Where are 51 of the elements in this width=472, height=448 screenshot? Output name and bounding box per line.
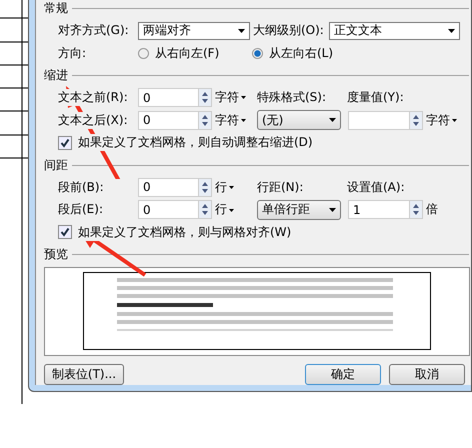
caret-icon bbox=[241, 119, 246, 122]
caret-icon bbox=[229, 208, 234, 212]
caret-icon bbox=[241, 96, 246, 100]
checkbox[interactable] bbox=[58, 136, 72, 150]
spin-field[interactable]: 0 bbox=[138, 200, 212, 220]
radio-label[interactable]: 从右向左(F) bbox=[155, 45, 220, 62]
special-format-dropdown[interactable]: (无) bbox=[257, 110, 341, 130]
spin-arrows-icon[interactable] bbox=[409, 201, 422, 218]
caret-icon bbox=[452, 119, 457, 122]
checkbox-label[interactable]: 如果定义了文档网格，则与网格对齐(W) bbox=[78, 224, 292, 241]
unit-label: 倍 bbox=[426, 201, 439, 218]
checkbox[interactable] bbox=[58, 225, 72, 240]
caret-icon bbox=[329, 118, 336, 122]
field-label: 行距(N): bbox=[257, 178, 304, 196]
cancel-button[interactable]: 取消 bbox=[389, 364, 465, 385]
spin-arrows-icon[interactable] bbox=[198, 178, 211, 196]
field-label: 大纲级别(O): bbox=[253, 22, 325, 40]
line-spacing-dropdown[interactable]: 单倍行距 bbox=[257, 200, 341, 220]
spin-field[interactable]: 0 bbox=[138, 178, 212, 197]
caret-icon bbox=[229, 186, 234, 189]
checkbox-label[interactable]: 如果定义了文档网格，则自动调整右缩进(D) bbox=[78, 134, 313, 152]
radio-label[interactable]: 从左向右(L) bbox=[269, 45, 334, 62]
field-label: 度量值(Y): bbox=[347, 89, 404, 106]
ok-button[interactable]: 确定 bbox=[305, 364, 381, 385]
spin-arrows-icon[interactable] bbox=[198, 201, 211, 218]
unit-dropdown[interactable]: 字符 bbox=[215, 89, 257, 106]
outline-dropdown[interactable]: 正文文本 bbox=[329, 22, 460, 40]
spin-arrows-icon[interactable] bbox=[409, 112, 422, 129]
spin-field[interactable]: 0 bbox=[138, 88, 212, 108]
section-heading: 常规 bbox=[44, 0, 68, 18]
caret-icon bbox=[329, 208, 336, 212]
field-label: 设置值(A): bbox=[347, 178, 405, 196]
radio-button[interactable] bbox=[138, 48, 149, 60]
spin-field[interactable]: 0 bbox=[138, 110, 212, 130]
section-heading: 预览 bbox=[44, 246, 68, 264]
spin-arrows-icon[interactable] bbox=[198, 112, 211, 129]
section-heading: 间距 bbox=[44, 156, 68, 174]
tabs-button[interactable]: 制表位(T)... bbox=[44, 364, 124, 385]
unit-dropdown[interactable]: 行 bbox=[215, 201, 257, 218]
unit-dropdown[interactable]: 字符 bbox=[215, 112, 257, 129]
spin-arrows-icon[interactable] bbox=[198, 89, 211, 106]
caret-icon bbox=[238, 28, 245, 33]
section-heading: 缩进 bbox=[44, 67, 68, 84]
field-label: 特殊格式(S): bbox=[257, 89, 328, 106]
spin-field[interactable]: 1 bbox=[348, 200, 423, 220]
unit-dropdown[interactable]: 行 bbox=[215, 178, 257, 196]
radio-button[interactable] bbox=[252, 48, 263, 60]
caret-icon bbox=[448, 28, 455, 33]
unit-dropdown[interactable]: 字符 bbox=[426, 112, 468, 129]
spin-field[interactable] bbox=[348, 110, 423, 130]
alignment-dropdown[interactable]: 两端对齐 bbox=[138, 22, 250, 40]
